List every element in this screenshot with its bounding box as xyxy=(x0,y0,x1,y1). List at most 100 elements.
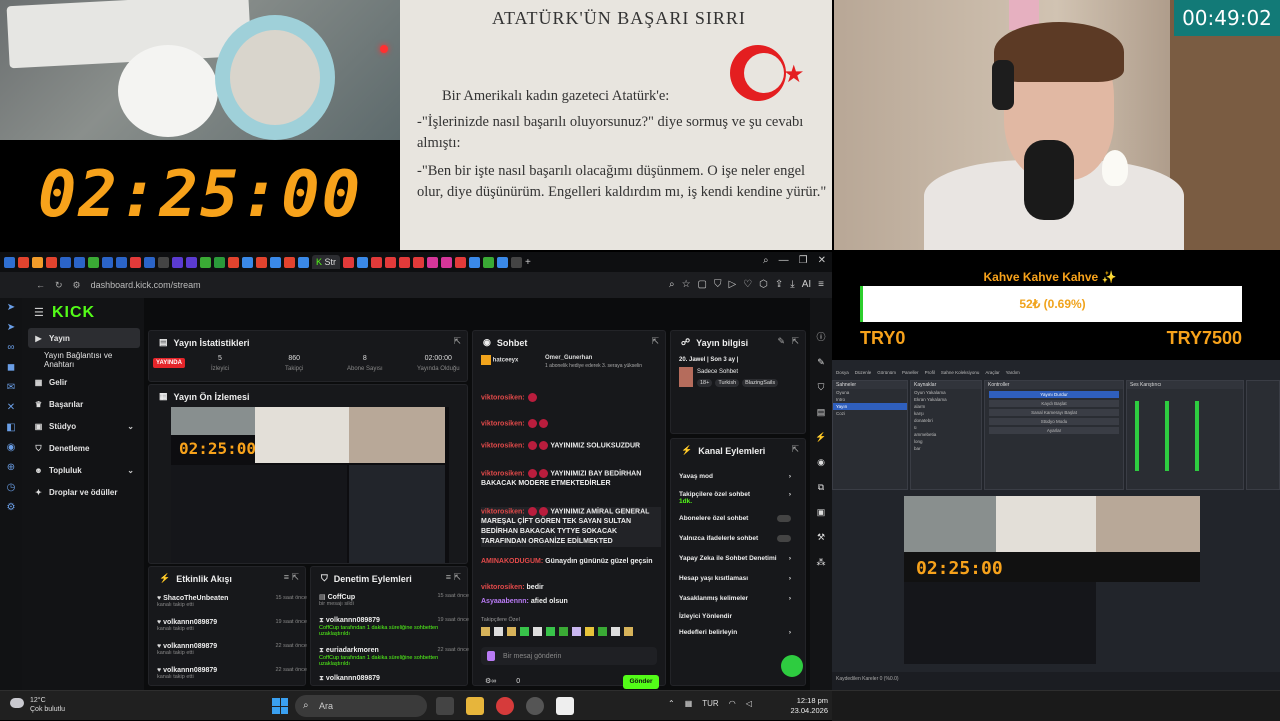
action-raid[interactable]: İzleyici Yönlendir xyxy=(679,613,791,620)
emote-icon[interactable] xyxy=(533,627,542,636)
obs-menu-item[interactable]: Düzenle xyxy=(855,370,872,378)
obs-menu-item[interactable]: Sahne Koleksiyonu xyxy=(941,370,980,378)
ai-icon[interactable]: AI xyxy=(802,279,811,290)
rail-icon[interactable]: ✕ xyxy=(7,402,15,413)
tab-favicon[interactable] xyxy=(343,256,355,268)
bolt-icon[interactable]: ⚡ xyxy=(815,432,826,443)
edit-icon[interactable]: ✎ xyxy=(777,336,785,347)
clipboard-icon[interactable]: ▤ xyxy=(817,407,826,418)
filter-icon[interactable]: ≡ ⇱ xyxy=(446,572,461,583)
taskbar-search[interactable]: ⌕ Ara xyxy=(295,695,427,717)
tab-favicon[interactable] xyxy=(298,256,309,268)
emote-icon[interactable] xyxy=(494,627,503,636)
tab-favicon[interactable] xyxy=(32,256,43,268)
rail-icon[interactable]: ⊕ xyxy=(7,462,15,473)
sidebar-item-topluluk[interactable]: ☻ Topluluk ⌄ xyxy=(28,460,140,480)
task-view-icon[interactable] xyxy=(436,697,454,715)
obs-source-item[interactable]: donatebri xyxy=(911,417,981,424)
tab-favicon[interactable] xyxy=(371,256,383,268)
tab-favicon[interactable] xyxy=(172,256,183,268)
tab-favicon[interactable] xyxy=(186,256,197,268)
edit-icon[interactable]: ✎ xyxy=(817,357,825,368)
emote-icon[interactable] xyxy=(585,627,594,636)
volume-icon[interactable]: ◁ xyxy=(746,699,752,708)
close-icon[interactable]: ✕ xyxy=(818,255,826,266)
action-followers-only[interactable]: Takipçilere özel sohbet 1dk. › xyxy=(679,491,791,505)
lang-indicator[interactable]: TUR xyxy=(702,699,718,708)
rail-icon[interactable]: ◼ xyxy=(7,362,15,373)
action-ai-moderation[interactable]: Yapay Zeka ile Sohbet Denetimi › xyxy=(679,555,791,562)
tab-favicon[interactable] xyxy=(116,256,127,268)
reload-icon[interactable]: ↻ xyxy=(55,280,63,291)
settings-button[interactable]: Ayarlar xyxy=(989,427,1119,434)
tab-favicon[interactable] xyxy=(46,256,57,268)
popout-icon[interactable]: ⇱ xyxy=(791,444,799,455)
emote-icon[interactable] xyxy=(546,627,555,636)
studio-mode-button[interactable]: Stüdyo Modu xyxy=(989,418,1119,425)
kick-chat-bubble-icon[interactable] xyxy=(781,655,803,677)
info-icon[interactable]: ⓘ xyxy=(816,330,825,343)
layout-icon[interactable]: ▣ xyxy=(817,507,826,518)
tab-favicon[interactable] xyxy=(228,256,239,268)
tab-favicon[interactable] xyxy=(18,256,29,268)
virtual-camera-button[interactable]: Sanal Kamerayı Başlat xyxy=(989,409,1119,416)
tag[interactable]: Turkish xyxy=(715,379,740,387)
tab-favicon[interactable] xyxy=(214,256,225,268)
emote-icon[interactable] xyxy=(611,627,620,636)
rail-icon[interactable]: ➤ xyxy=(7,302,15,313)
obs-source-item[interactable]: Ekran Yakalama xyxy=(911,396,981,403)
tab-favicon[interactable] xyxy=(399,256,411,268)
zoom-icon[interactable]: ⌕ xyxy=(669,279,675,290)
tab-favicon[interactable] xyxy=(256,256,267,268)
obs-source-item[interactable]: long xyxy=(911,438,981,445)
maximize-icon[interactable]: ❐ xyxy=(799,255,808,266)
obs-icon[interactable] xyxy=(526,697,544,715)
obs-source-item[interactable]: Oyun Yakalama xyxy=(911,389,981,396)
obs-source-item[interactable]: karşı xyxy=(911,410,981,417)
file-explorer-icon[interactable] xyxy=(466,697,484,715)
obs-source-item[interactable]: bar xyxy=(911,445,981,452)
download-icon[interactable]: ⤓ xyxy=(790,279,794,290)
code-icon[interactable]: ⧉ xyxy=(818,482,824,493)
apps-icon[interactable]: ⁂ xyxy=(817,557,826,568)
tab-favicon[interactable] xyxy=(357,256,369,268)
tab-favicon[interactable] xyxy=(4,256,15,268)
obs-source-item[interactable]: ammebetia xyxy=(911,431,981,438)
heart-icon[interactable]: ♡ xyxy=(743,279,752,290)
tab-favicon[interactable] xyxy=(200,256,211,268)
filter-icon[interactable]: ≡ ⇱ xyxy=(284,572,299,583)
wrench-icon[interactable]: ⚒ xyxy=(817,532,825,543)
rail-icon[interactable]: ◧ xyxy=(6,422,15,433)
obs-menu-item[interactable]: Yardım xyxy=(1006,370,1020,378)
emote-icon[interactable] xyxy=(481,627,490,636)
obs-menu-item[interactable]: Dosya xyxy=(836,370,849,378)
extensions-icon[interactable]: ⬡ xyxy=(759,279,768,290)
tab-favicon[interactable] xyxy=(497,256,509,268)
tab-favicon[interactable] xyxy=(483,256,495,268)
obs-source-item[interactable]: ü xyxy=(911,424,981,431)
sidebar-item-stream-key[interactable]: Yayın Bağlantısı ve Anahtarı xyxy=(28,350,140,370)
tab-favicon[interactable] xyxy=(469,256,481,268)
search-tabs-icon[interactable]: ⌕ xyxy=(763,255,769,266)
tab-favicon[interactable] xyxy=(60,256,71,268)
kick-logo[interactable]: KICK xyxy=(52,304,95,322)
tab-favicon[interactable] xyxy=(270,256,281,268)
obs-source-item[interactable]: alarm xyxy=(911,403,981,410)
sidebar-item-studyo[interactable]: ▣ Stüdyo ⌄ xyxy=(28,416,140,436)
emote-icon[interactable] xyxy=(572,627,581,636)
sidebar-item-droplar[interactable]: ✦ Droplar ve ödüller xyxy=(28,482,140,502)
tab-favicon[interactable] xyxy=(511,256,523,268)
obs-scene-item[interactable]: Yayın xyxy=(833,403,907,410)
obs-scene-item[interactable]: Intro xyxy=(833,396,907,403)
action-slow-mode[interactable]: Yavaş mod › xyxy=(679,473,791,480)
site-info-icon[interactable]: ⚙ xyxy=(73,280,81,291)
url-field[interactable]: dashboard.kick.com/stream xyxy=(91,280,201,290)
action-goals[interactable]: Hedefleri belirleyin › xyxy=(679,629,791,636)
emote-icon[interactable] xyxy=(624,627,633,636)
menu-icon[interactable]: ≡ xyxy=(818,279,824,290)
share-icon[interactable]: ⇪ xyxy=(775,279,783,290)
popout-icon[interactable]: ⇱ xyxy=(791,336,799,347)
sidebar-item-gelir[interactable]: ▦ Gelir xyxy=(28,372,140,392)
tag[interactable]: 18+ xyxy=(697,379,713,387)
tab-favicon[interactable] xyxy=(158,256,169,268)
